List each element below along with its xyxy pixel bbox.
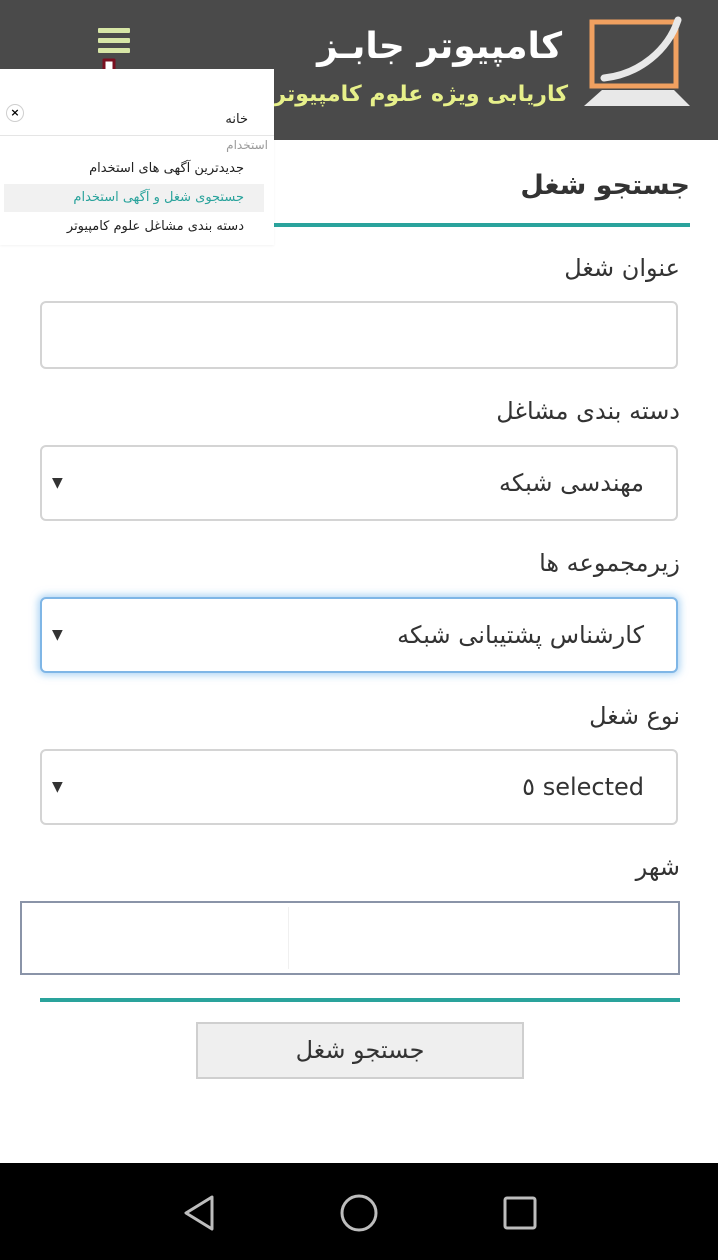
city-label: شهر [635, 853, 680, 881]
menu-divider [0, 135, 274, 136]
system-nav-bar [0, 1163, 718, 1260]
title-underline [274, 223, 690, 227]
menu-item-job-search[interactable]: جستجوی شغل و آگهی استخدام [4, 184, 264, 212]
logo-subtitle: کاریابی ویژه علوم کامپیوتری [253, 82, 568, 107]
city-input[interactable] [20, 901, 680, 975]
category-label: دسته بندی مشاغل [496, 397, 680, 425]
category-select[interactable]: مهندسی شبکه ▼ [40, 445, 678, 521]
subcategory-label: زیرمجموعه ها [539, 549, 680, 577]
menu-item-latest-ads[interactable]: جدیدترین آگهی های استخدام [4, 155, 264, 183]
menu-item-job-categories[interactable]: دسته بندی مشاغل علوم کامپیوتر [4, 213, 264, 241]
menu-group-label: استخدام [226, 138, 268, 152]
menu-item-home[interactable]: خانه [225, 112, 248, 127]
page-title: جستجو شغل [520, 170, 690, 201]
city-input-divider [288, 907, 289, 969]
subcategory-select[interactable]: کارشناس پشتیبانی شبکه ▼ [40, 597, 678, 673]
laptop-logo-icon [584, 16, 690, 106]
chevron-down-icon: ▼ [52, 475, 63, 491]
logo-title: کامپیوتر جابـز [317, 26, 562, 67]
search-job-button[interactable]: جستجو شغل [196, 1022, 524, 1079]
home-circle-icon[interactable] [337, 1191, 381, 1235]
category-selected-value: مهندسی شبکه [499, 469, 644, 497]
recents-square-icon[interactable] [498, 1191, 542, 1235]
hamburger-icon[interactable] [98, 28, 130, 56]
chevron-down-icon: ▼ [52, 627, 63, 643]
form-bottom-rule [40, 998, 680, 1002]
back-triangle-icon[interactable] [178, 1191, 222, 1235]
job-title-label: عنوان شغل [564, 254, 680, 282]
job-type-label: نوع شغل [589, 702, 680, 730]
job-title-input[interactable] [40, 301, 678, 369]
close-icon[interactable]: × [6, 104, 24, 122]
side-menu-panel: × خانه استخدام جدیدترین آگهی های استخدام… [0, 69, 274, 245]
chevron-down-icon: ▼ [52, 779, 63, 795]
subcategory-selected-value: کارشناس پشتیبانی شبکه [397, 621, 644, 649]
job-type-selected-value: selected ٥ [522, 773, 644, 801]
job-type-select[interactable]: selected ٥ ▼ [40, 749, 678, 825]
